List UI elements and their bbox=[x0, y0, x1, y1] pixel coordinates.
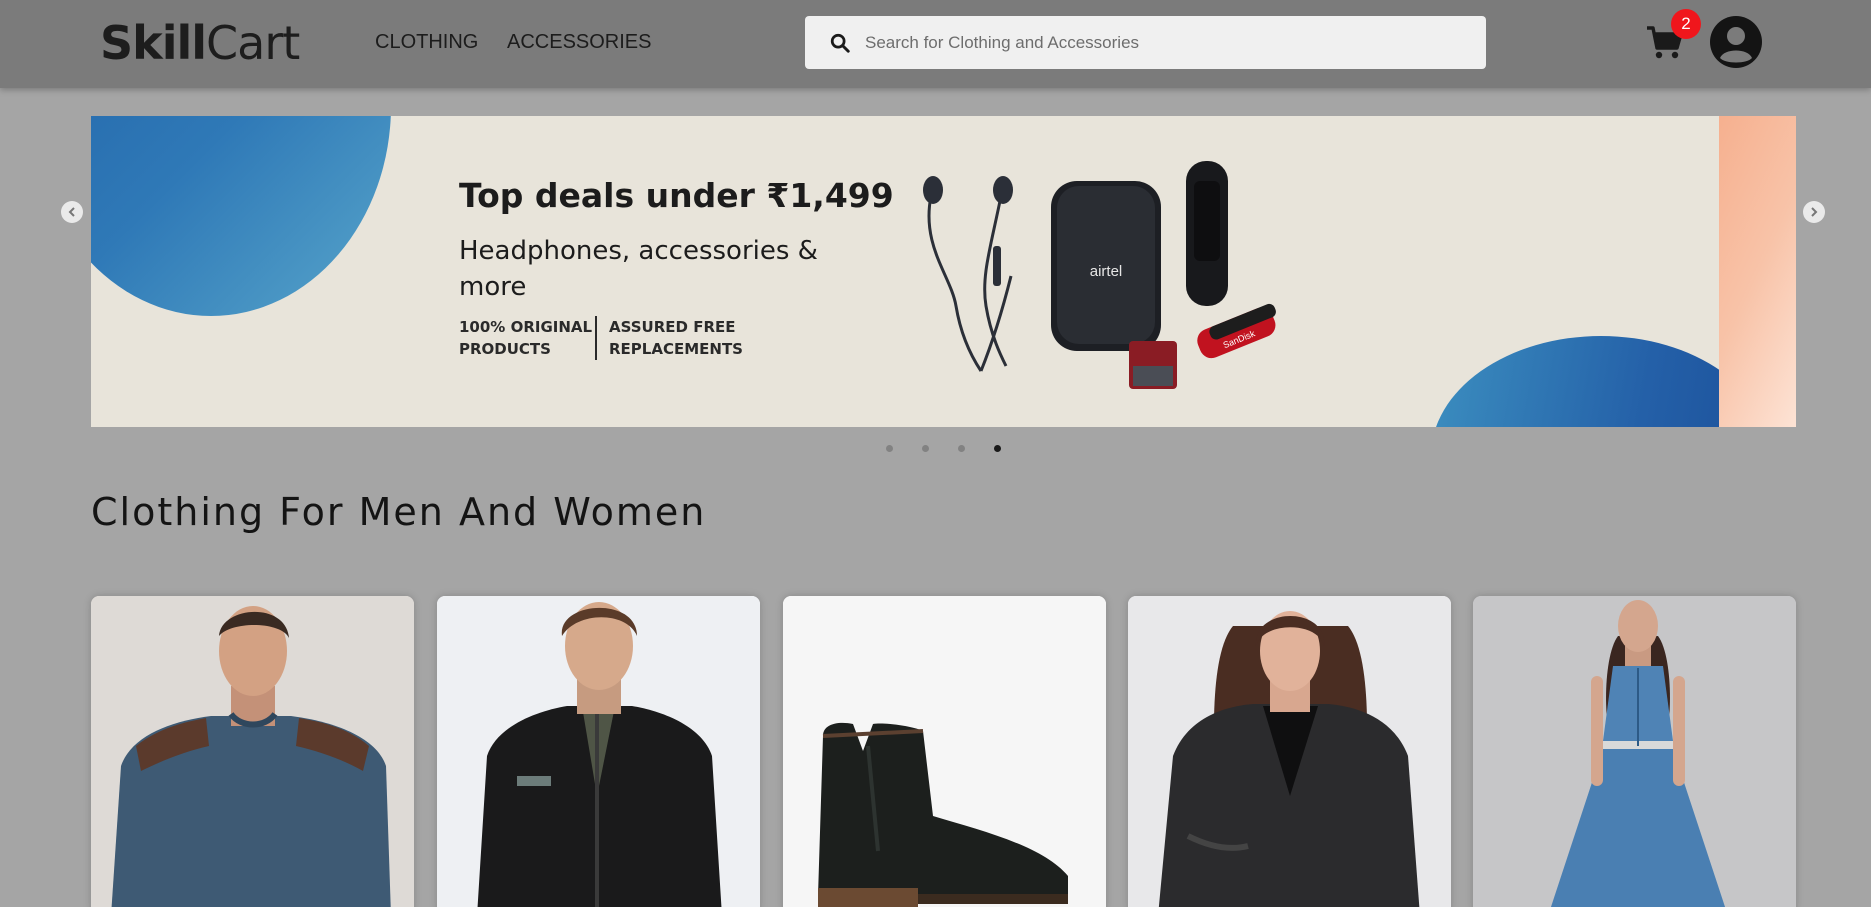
banner-products-image: airtel SanDisk bbox=[923, 161, 1276, 389]
logo-regular-text: Cart bbox=[206, 16, 300, 70]
section-title: Clothing For Men And Women bbox=[91, 490, 707, 534]
banner-divider bbox=[595, 316, 597, 360]
carousel-prev-button[interactable] bbox=[61, 201, 83, 223]
carousel-dot-2[interactable] bbox=[922, 445, 929, 452]
banner-title: Top deals under ₹1,499 bbox=[459, 176, 894, 215]
nav-clothing[interactable]: CLOTHING bbox=[375, 31, 478, 54]
earbud-right bbox=[993, 176, 1013, 204]
earbud-left bbox=[923, 176, 943, 204]
usb-drive-image: SanDisk bbox=[1197, 303, 1276, 359]
leather-jacket-image bbox=[1128, 596, 1451, 907]
carousel-next-button[interactable] bbox=[1803, 201, 1825, 223]
chevron-right-icon bbox=[1811, 207, 1818, 217]
next-slide-peek bbox=[1719, 116, 1796, 427]
router-brand-label: airtel bbox=[1090, 263, 1123, 280]
logo[interactable]: SkillCart bbox=[100, 16, 300, 70]
blue-denim-dress-image bbox=[1473, 596, 1796, 907]
product-card[interactable] bbox=[437, 596, 760, 907]
black-chelsea-boot-image bbox=[783, 596, 1106, 907]
product-card[interactable] bbox=[783, 596, 1106, 907]
search-input[interactable] bbox=[865, 24, 1465, 61]
decorative-blob bbox=[91, 116, 391, 316]
promo-banner[interactable]: Top deals under ₹1,499 Headphones, acces… bbox=[91, 116, 1796, 427]
logo-bold-text: Skill bbox=[100, 16, 207, 70]
product-card[interactable] bbox=[91, 596, 414, 907]
nav-accessories[interactable]: ACCESSORIES bbox=[507, 31, 651, 54]
carousel-dot-3[interactable] bbox=[958, 445, 965, 452]
carousel-dot-1[interactable] bbox=[886, 445, 893, 452]
product-card[interactable] bbox=[1473, 596, 1796, 907]
black-jacket-image bbox=[437, 596, 760, 907]
top-header: SkillCart CLOTHING ACCESSORIES 2 bbox=[0, 0, 1871, 88]
banner-feature-replacement: ASSURED FREE REPLACEMENTS bbox=[609, 318, 743, 358]
banner-subtitle: Headphones, accessories & more bbox=[459, 236, 818, 302]
chevron-left-icon bbox=[68, 207, 75, 217]
blue-sweatshirt-image bbox=[91, 596, 414, 907]
product-card[interactable] bbox=[1128, 596, 1451, 907]
user-avatar-icon[interactable] bbox=[1709, 15, 1763, 69]
search-bar bbox=[805, 16, 1486, 69]
cart-count-badge: 2 bbox=[1671, 9, 1701, 39]
carousel-dot-4[interactable] bbox=[994, 445, 1001, 452]
search-icon[interactable] bbox=[829, 32, 851, 54]
